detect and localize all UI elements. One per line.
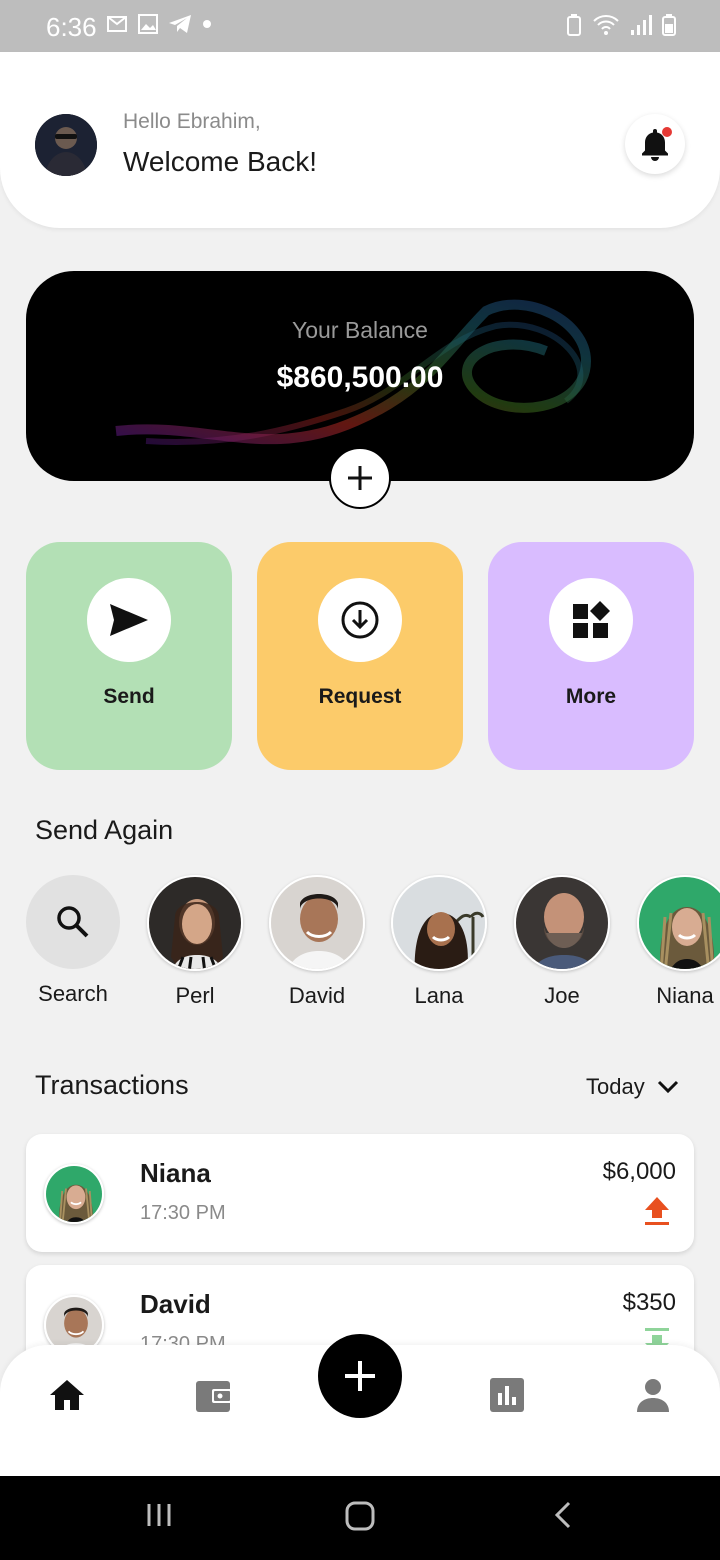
transactions-title: Transactions: [35, 1070, 189, 1100]
status-notification-icons: [106, 14, 212, 34]
contact-avatar: [147, 875, 243, 971]
transaction-time: 17:30 PM: [140, 1202, 226, 1224]
status-time: 6:36: [46, 12, 97, 42]
back-icon[interactable]: [553, 1500, 573, 1530]
contact-perl[interactable]: Perl: [140, 875, 250, 1009]
transaction-name: David: [140, 1289, 211, 1319]
more-action[interactable]: More: [488, 542, 694, 770]
contact-name: David: [288, 983, 346, 1008]
user-avatar[interactable]: [35, 114, 97, 176]
more-icon-circle: [549, 578, 633, 662]
signal-icon: [631, 15, 652, 35]
telegram-icon: [169, 15, 191, 33]
dot-icon: [203, 20, 211, 28]
profile-icon: [637, 1379, 669, 1412]
request-icon-circle: [318, 578, 402, 662]
nav-home[interactable]: [47, 1375, 87, 1415]
search-icon: [57, 906, 89, 938]
plus-icon: [348, 466, 372, 490]
outgoing-arrow-icon: [645, 1197, 669, 1225]
system-navigation-bar: [0, 1476, 720, 1560]
battery-icon: [662, 14, 676, 36]
notification-dot: [662, 127, 672, 137]
send-icon-circle: [87, 578, 171, 662]
chart-icon: [490, 1378, 524, 1412]
plus-icon: [345, 1361, 375, 1391]
welcome-title: Welcome Back!: [123, 146, 317, 177]
contact-lana[interactable]: Lana: [384, 875, 494, 1009]
add-transaction-fab[interactable]: [318, 1334, 402, 1418]
balance-amount: $860,500.00: [276, 361, 444, 394]
contact-name: Lana: [414, 983, 464, 1008]
greeting-text: Hello Ebrahim,: [123, 110, 261, 133]
send-label: Send: [103, 685, 155, 708]
transaction-name: Niana: [140, 1158, 211, 1188]
notifications-button[interactable]: [625, 114, 685, 174]
request-action[interactable]: Request: [257, 542, 463, 770]
transaction-avatar: [44, 1164, 104, 1224]
wallet-icon: [196, 1381, 232, 1412]
contact-joe[interactable]: Joe: [507, 875, 617, 1009]
send-icon: [110, 604, 148, 636]
balance-label: Your Balance: [292, 317, 428, 343]
contact-avatar: [637, 875, 720, 971]
contact-name: Niana: [656, 983, 714, 1008]
transaction-row[interactable]: Niana 17:30 PM $6,000: [26, 1134, 694, 1252]
search-button[interactable]: [26, 875, 120, 969]
more-label: More: [565, 685, 617, 708]
transaction-amount: $350: [622, 1289, 676, 1316]
nav-wallet[interactable]: [194, 1375, 234, 1415]
contact-name: Joe: [544, 983, 580, 1008]
home-button-icon[interactable]: [344, 1500, 376, 1532]
contact-avatar: [391, 875, 487, 971]
status-system-icons: [566, 14, 676, 36]
search-label: Search: [38, 981, 108, 1006]
gallery-icon: [138, 14, 158, 34]
gmail-icon: [107, 16, 127, 32]
contact-david[interactable]: David: [262, 875, 372, 1009]
contact-niana[interactable]: Niana: [630, 875, 720, 1009]
wifi-icon: [593, 15, 619, 35]
contact-avatar: [269, 875, 365, 971]
send-again-title: Send Again: [35, 815, 174, 845]
nav-stats[interactable]: [487, 1375, 527, 1415]
transaction-amount: $6,000: [602, 1158, 676, 1185]
status-bar: 6:36: [0, 0, 720, 52]
date-filter-dropdown[interactable]: Today: [586, 1074, 679, 1100]
contact-name: Perl: [175, 983, 215, 1008]
chevron-down-icon: [657, 1080, 678, 1094]
contact-avatar: [514, 875, 610, 971]
date-filter-label: Today: [586, 1074, 645, 1099]
contact-search[interactable]: Search: [18, 875, 128, 1007]
recent-apps-icon[interactable]: [145, 1500, 175, 1530]
header: Hello Ebrahim, Welcome Back!: [0, 52, 720, 228]
home-icon: [50, 1380, 84, 1410]
download-circle-icon: [341, 601, 379, 639]
request-label: Request: [318, 685, 402, 708]
widgets-icon: [573, 601, 610, 638]
battery-saver-icon: [567, 14, 581, 36]
nav-profile[interactable]: [633, 1375, 673, 1415]
add-balance-button[interactable]: [329, 447, 391, 509]
send-action[interactable]: Send: [26, 542, 232, 770]
